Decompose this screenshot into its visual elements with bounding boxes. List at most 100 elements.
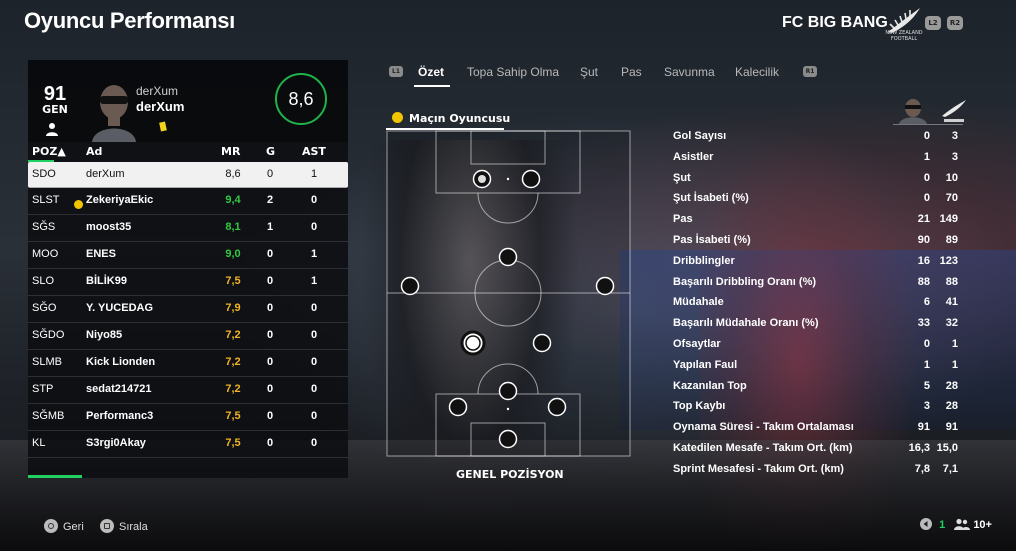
- stat-label: Ofsaytlar: [673, 337, 721, 350]
- yellow-card-icon: [159, 121, 167, 132]
- match-rating-cell: 8,1: [225, 221, 241, 233]
- stat-row: Müdahale 6 41: [673, 294, 963, 315]
- stat-label: Müdahale: [673, 296, 724, 309]
- header-match-rating[interactable]: MR: [221, 145, 240, 158]
- position-cell: SLST: [32, 194, 60, 206]
- table-header: POZ▲ Ad MR G AST: [28, 142, 348, 163]
- stat-label: Başarılı Müdahale Oranı (%): [673, 317, 819, 330]
- position-cell: SĞMB: [32, 410, 65, 422]
- stat-team-value: 123: [939, 254, 958, 267]
- stat-player-value: 88: [917, 275, 930, 288]
- marker-rb: [547, 397, 567, 417]
- assists-cell: 1: [310, 168, 318, 180]
- position-cell: SĞO: [32, 302, 57, 314]
- overall-value: 91: [43, 83, 67, 105]
- position-cell: SĞS: [32, 221, 56, 233]
- header-goals[interactable]: G: [266, 145, 275, 158]
- stat-row: Ofsaytlar 0 1: [673, 336, 963, 357]
- stat-label: Katedilen Mesafe - Takım Ort. (km): [673, 441, 853, 454]
- table-row[interactable]: SĞDO Niyo85 7,2 0 0: [28, 323, 348, 350]
- goals-cell: 0: [266, 383, 274, 395]
- tab-pas[interactable]: Pas: [621, 65, 642, 79]
- player-name-cell: Kick Lionden: [86, 356, 156, 368]
- player-rows: SDO derXum 8,6 0 1 SLST ZekeriyaEkic 9,4 2 0 SĞS mo…: [28, 162, 348, 458]
- stat-row: Kazanılan Top 5 28: [673, 378, 963, 399]
- stat-player-value: 1: [923, 358, 930, 371]
- stat-label: Kazanılan Top: [673, 379, 747, 392]
- stat-team-value: 28: [945, 400, 958, 413]
- stat-player-value: 0: [923, 192, 930, 205]
- stat-team-value: 1: [951, 358, 958, 371]
- potm-icon: [392, 112, 403, 123]
- tab-ozet[interactable]: Özet: [418, 65, 444, 79]
- table-row[interactable]: SĞMB Performanc3 7,5 0 0: [28, 404, 348, 431]
- match-rating-cell: 9,0: [225, 248, 241, 260]
- tab-topa-sahip-olma[interactable]: Topa Sahip Olma: [467, 65, 559, 79]
- player-avatar: [92, 85, 136, 142]
- stat-team-value: 88: [945, 275, 958, 288]
- l2-button[interactable]: L2: [925, 16, 941, 30]
- position-cell: KL: [32, 437, 46, 449]
- pitch-caption: GENEL POZİSYON: [456, 468, 564, 481]
- back-label: Geri: [63, 521, 84, 533]
- assists-cell: 0: [310, 221, 318, 233]
- stat-player-value: 0: [923, 130, 930, 142]
- goals-cell: 0: [266, 168, 274, 180]
- stat-row: Oynama Süresi - Takım Ortalaması 91 91: [673, 419, 963, 440]
- stat-label: Gol Sayısı: [673, 130, 727, 142]
- stat-player-value: 0: [923, 337, 930, 350]
- player-name-cell: Performanc3: [86, 410, 154, 422]
- match-rating-cell: 7,2: [225, 356, 241, 368]
- sort-button[interactable]: Sırala: [100, 519, 148, 533]
- stat-label: Şut İsabeti (%): [673, 192, 749, 205]
- table-row[interactable]: SLST ZekeriyaEkic 9,4 2 0: [28, 188, 348, 215]
- table-row[interactable]: SĞS moost35 8,1 1 0: [28, 215, 348, 242]
- back-button[interactable]: Geri: [44, 519, 84, 533]
- table-row[interactable]: SLMB Kick Lionden 7,2 0 0: [28, 350, 348, 377]
- goals-cell: 0: [266, 410, 274, 422]
- marker-rm: [595, 276, 615, 296]
- assists-cell: 0: [310, 356, 318, 368]
- table-row[interactable]: KL S3rgi0Akay 7,5 0 0: [28, 431, 348, 458]
- goals-cell: 0: [266, 437, 274, 449]
- player-name-cell: Niyo85: [86, 329, 123, 341]
- stat-row: Gol Sayısı 0 3: [673, 128, 963, 149]
- tab-savunma[interactable]: Savunma: [664, 65, 715, 79]
- active-tab-underline: [414, 85, 450, 87]
- stat-label: Oynama Süresi - Takım Ortalaması: [673, 421, 854, 434]
- marker-lb: [448, 397, 468, 417]
- person-icon: [46, 123, 58, 136]
- r2-button[interactable]: R2: [947, 16, 963, 30]
- table-row[interactable]: SLO BİLİK99 7,5 0 1: [28, 269, 348, 296]
- stat-team-value: 91: [945, 421, 958, 434]
- goals-cell: 0: [266, 302, 274, 314]
- header-name[interactable]: Ad: [86, 145, 102, 158]
- player-face-icon: [899, 99, 927, 124]
- stat-player-value: 90: [917, 233, 930, 246]
- r1-button[interactable]: R1: [803, 66, 817, 77]
- table-row[interactable]: STP sedat214721 7,2 0 0: [28, 377, 348, 404]
- stat-row: Yapılan Faul 1 1: [673, 357, 963, 378]
- stat-team-value: 41: [945, 296, 958, 309]
- position-cell: SLMB: [32, 356, 62, 368]
- stat-label: Dribblingler: [673, 254, 735, 267]
- header-position[interactable]: POZ▲: [32, 145, 66, 158]
- table-row[interactable]: MOO ENES 9,0 0 1: [28, 242, 348, 269]
- players-count: 10+: [973, 519, 992, 531]
- stat-team-value: 1: [951, 337, 958, 350]
- stat-player-value: 5: [923, 379, 930, 392]
- goals-cell: 0: [266, 275, 274, 287]
- stat-team-value: 15,0: [936, 441, 958, 454]
- team-fern-icon: [942, 100, 967, 122]
- tab-sut[interactable]: Şut: [580, 65, 598, 79]
- table-row[interactable]: SDO derXum 8,6 0 1: [28, 162, 348, 188]
- l1-button[interactable]: L1: [389, 66, 403, 77]
- goals-cell: 2: [266, 194, 274, 206]
- table-row[interactable]: SĞO Y. YUCEDAG 7,9 0 0: [28, 296, 348, 323]
- header-assists[interactable]: AST: [302, 145, 326, 158]
- marker-cam: [498, 247, 518, 267]
- player-name-cell: moost35: [86, 221, 132, 233]
- tab-kalecilik[interactable]: Kalecilik: [735, 65, 779, 79]
- footer-status: 1 10+: [920, 518, 992, 531]
- player-name-cell: ENES: [86, 248, 116, 260]
